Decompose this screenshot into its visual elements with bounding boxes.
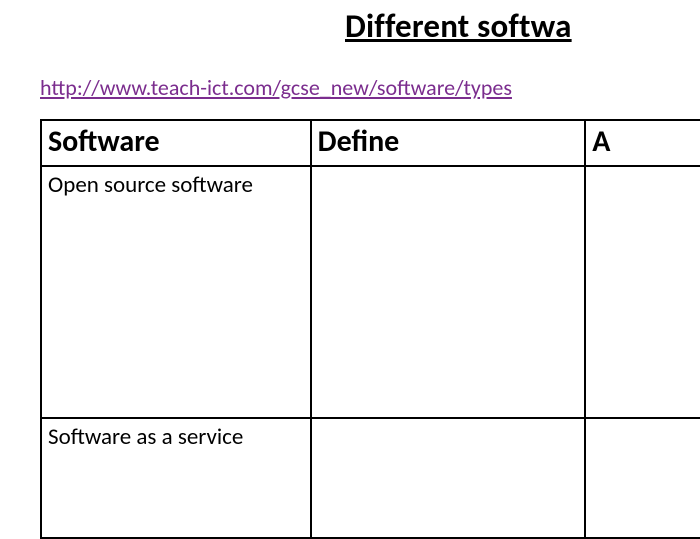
page-title: Different softwa [40,6,700,46]
header-third: A [585,120,700,166]
reference-link[interactable]: http://www.teach-ict.com/gcse_new/softwa… [40,74,700,101]
cell-define [311,166,586,418]
header-define: Define [311,120,586,166]
header-software: Software [41,120,311,166]
cell-software: Open source software [41,166,311,418]
cell-software: Software as a service [41,418,311,538]
cell-third [585,418,700,538]
table-row: Software as a service [41,418,700,538]
software-types-table: Software Define A Open source software S… [40,119,700,539]
cell-define [311,418,586,538]
table-row: Open source software [41,166,700,418]
cell-third [585,166,700,418]
